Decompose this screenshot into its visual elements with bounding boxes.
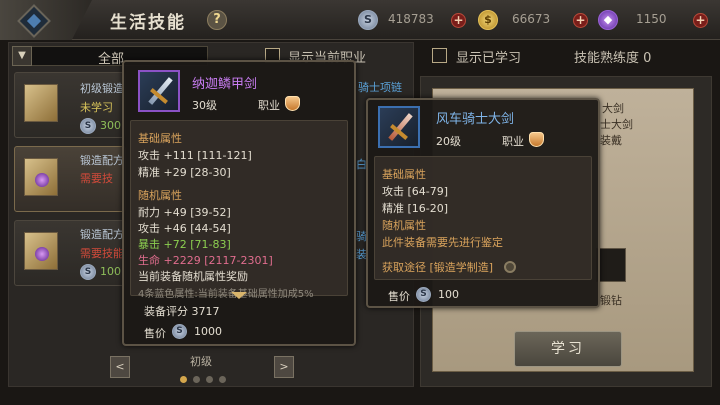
random-attr: 攻击 +46 [44-54] [138, 222, 231, 235]
random-attr: 耐力 +49 [39-52] [138, 206, 231, 219]
basic-attr: 攻击 +111 [111-121] [138, 149, 252, 162]
job-shield-icon [529, 132, 544, 147]
compare-item-level: 20级 [436, 135, 461, 148]
show-learned-checkbox[interactable] [432, 48, 447, 63]
expand-chevron-icon[interactable] [231, 292, 247, 299]
scroll-icon [24, 232, 58, 270]
item-level: 30级 [192, 99, 217, 112]
job-label: 职业 [258, 99, 280, 112]
random-attr-header: 随机属性 [382, 219, 426, 232]
compare-item-name: 风车骑士大剑 [436, 112, 515, 127]
learn-button[interactable]: 学习 [514, 331, 622, 367]
gold-coin-icon: $ [478, 10, 498, 30]
page-dot[interactable] [206, 376, 213, 383]
prev-page-button[interactable]: < [110, 356, 130, 378]
next-page-button[interactable]: > [274, 356, 294, 378]
proficiency-label: 技能熟练度 0 [574, 51, 652, 66]
silver-coin-icon: S [80, 118, 96, 134]
silver-coin-icon: S [416, 287, 431, 302]
recipe-cost: 100 [100, 265, 121, 278]
add-gem-button[interactable]: + [693, 13, 708, 28]
detail-text: 大剑 [602, 102, 624, 115]
basic-attr: 攻击 [64-79] [382, 185, 449, 198]
purple-gem-icon: ◆ [598, 10, 618, 30]
page-dot[interactable] [219, 376, 226, 383]
help-icon[interactable]: ? [207, 10, 227, 30]
silver-coin-icon: S [80, 264, 96, 280]
identify-note: 此件装备需要先进行鉴定 [382, 236, 503, 249]
bonus-label: 当前装备随机属性奖励 [138, 270, 248, 283]
scroll-icon [24, 84, 58, 122]
chevron-down-icon[interactable]: ▼ [12, 46, 32, 66]
job-label: 职业 [502, 135, 524, 148]
material-slot[interactable] [596, 248, 626, 282]
recipe-cost: 300 [100, 119, 121, 132]
item-icon-slot [378, 106, 420, 148]
gem-amount: 1150 [636, 12, 667, 26]
basic-attr: 精准 [16-20] [382, 202, 449, 215]
random-attr: 生命 +2229 [2117-2301] [138, 254, 273, 267]
price-value: 1000 [194, 325, 222, 338]
random-attr: 暴击 +72 [71-83] [138, 238, 231, 251]
page-dot[interactable] [180, 376, 187, 383]
basic-attr-header: 基础属性 [382, 168, 426, 181]
show-learned-label: 显示已学习 [456, 51, 522, 66]
material-label: 锻钻 [600, 294, 622, 307]
price-label: 售价 [144, 327, 166, 340]
source-link-icon[interactable] [504, 261, 516, 273]
detail-text: 装戴 [600, 134, 622, 147]
silver-amount: 418783 [388, 12, 434, 26]
price-value: 100 [438, 288, 459, 301]
scroll-icon [24, 158, 58, 196]
detail-text: 士大剑 [600, 118, 633, 131]
silver-coin-icon: S [172, 324, 187, 339]
page-dot[interactable] [193, 376, 200, 383]
item-name: 纳迦鳞甲剑 [192, 77, 258, 92]
page-level-label: 初级 [190, 355, 212, 368]
job-shield-icon [285, 96, 300, 111]
gold-amount: 66673 [512, 12, 551, 26]
basic-attr-header: 基础属性 [138, 132, 182, 145]
add-silver-button[interactable]: + [451, 13, 466, 28]
silver-coin-icon: S [358, 10, 378, 30]
item-icon-slot [138, 70, 180, 112]
source-label: 获取途径 [锻造学制造] [382, 261, 494, 274]
add-gold-button[interactable]: + [573, 13, 588, 28]
equip-score: 装备评分 3717 [144, 305, 220, 318]
price-label: 售价 [388, 290, 410, 303]
random-attr-header: 随机属性 [138, 189, 182, 202]
recipe-name-partial: 骑士项链 [358, 81, 402, 94]
category-value: 全部 [98, 52, 125, 67]
page-title: 生活技能 [110, 13, 186, 33]
basic-attr: 精准 +29 [28-30] [138, 166, 231, 179]
